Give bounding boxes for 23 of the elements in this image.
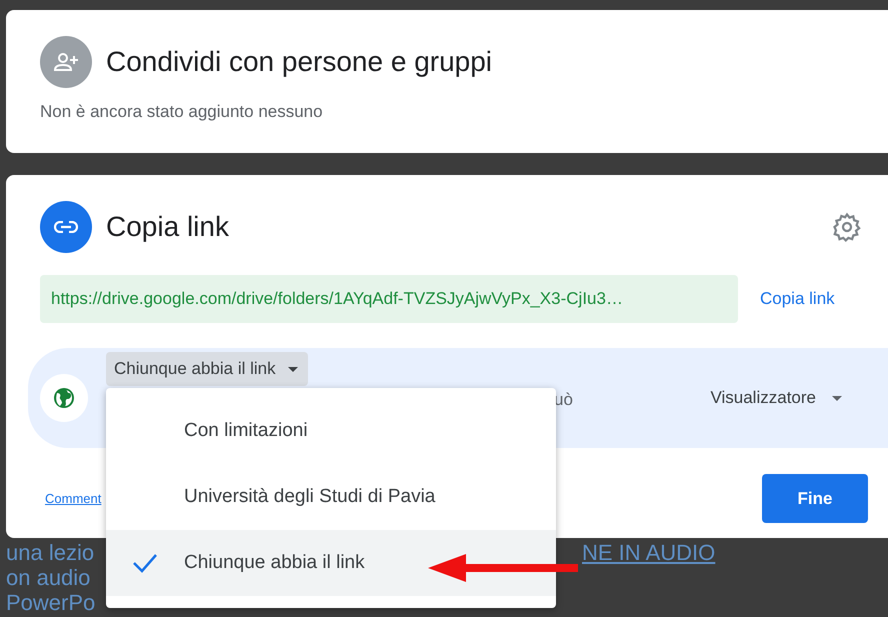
feedback-link[interactable]: Comment (45, 491, 102, 506)
background-text: PowerPo (6, 591, 96, 615)
access-dropdown[interactable]: Chiunque abbia il link (106, 352, 308, 386)
background-text: una lezio (6, 541, 94, 565)
caret-icon (288, 366, 298, 372)
menu-item[interactable]: Con limitazioni (106, 398, 556, 464)
menu-item[interactable]: Chiunque abbia il link (106, 530, 556, 596)
link-url-field[interactable]: https://drive.google.com/drive/folders/1AYqAdf-TVZSJyAjwVyPx_X3-CjIu3… (40, 275, 738, 323)
link-title: Copia link (106, 211, 229, 243)
check-icon (132, 553, 158, 573)
done-button[interactable]: Fine (762, 474, 868, 523)
background-text: NE IN AUDIO (582, 541, 716, 565)
share-title: Condividi con persone e gruppi (106, 46, 492, 78)
person-add-icon (53, 51, 79, 73)
role-dropdown[interactable]: Visualizzatore (704, 387, 848, 409)
copy-link-button[interactable]: Copia link (760, 285, 835, 313)
caret-icon (832, 396, 842, 400)
settings-icon[interactable] (832, 212, 862, 242)
background-text: on audio (6, 566, 90, 590)
menu-item[interactable]: Università degli Studi di Pavia (106, 464, 556, 530)
link-icon (54, 221, 78, 233)
globe-icon (53, 387, 75, 409)
share-status-text: Non è ancora stato aggiunto nessuno (40, 102, 324, 122)
